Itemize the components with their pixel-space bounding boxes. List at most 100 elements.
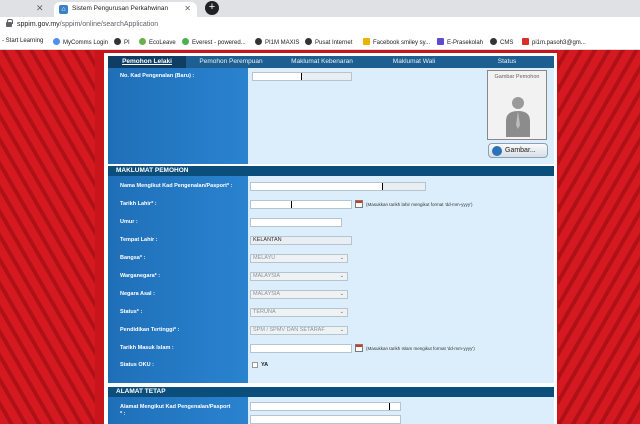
section-header-maklumat-pemohon: MAKLUMAT PEMOHON (108, 166, 554, 176)
globe-icon (114, 38, 121, 45)
decorative-pattern-right (558, 50, 640, 424)
tarikh-islam-label: Tarikh Masuk Islam : (120, 345, 174, 351)
bookmark-label: MyComms Login (63, 40, 109, 46)
negara-asal-value: MALAYSIA (253, 291, 281, 297)
person-silhouette-icon (506, 97, 530, 137)
bookmark-label: EcoLeave (149, 40, 176, 46)
folder-icon (363, 38, 370, 45)
tarikh-lahir-input[interactable] (250, 200, 352, 209)
negara-asal-select[interactable]: MALAYSIA ⌄ (250, 290, 348, 299)
bookmark-item[interactable]: PI (114, 38, 130, 46)
bookmark-label: Everest - powered... (192, 40, 246, 46)
applicant-photo: Gambar Pemohon (487, 70, 547, 140)
new-tab-icon[interactable]: + (205, 1, 219, 15)
status-select[interactable]: TERUNA ⌄ (250, 308, 348, 317)
bookmark-item[interactable]: PI1M MAXIS (255, 38, 299, 46)
tempat-lahir-label: Tempat Lahir : (120, 237, 158, 243)
umur-input[interactable] (250, 218, 342, 227)
b-icon (437, 38, 444, 45)
alamat-input-line-2[interactable] (250, 415, 401, 424)
bookmark-label: PI1M MAXIS (265, 40, 300, 46)
browser-tabstrip: ✕ ⌂ Sistem Pengurusan Perkahwinan ✕ + (0, 0, 640, 17)
oku-checkbox[interactable] (252, 362, 258, 368)
label-column (108, 176, 248, 383)
bookmark-item[interactable]: Everest - powered... (182, 38, 246, 46)
calendar-icon[interactable] (355, 344, 363, 352)
umur-label: Umur : (120, 219, 138, 225)
upload-icon (492, 146, 502, 156)
tarikh-islam-input[interactable] (250, 344, 352, 353)
tab-title: Sistem Pengurusan Perkahwinan (72, 5, 169, 12)
id-label: No. Kad Pengenalan (Baru) : (120, 73, 195, 79)
section-header-alamat-tetap: ALAMAT TETAP (108, 387, 554, 397)
upload-photo-label: Gambar... (505, 147, 536, 154)
bookmark-item[interactable]: Pusat Internet (305, 38, 352, 46)
calendar-icon[interactable] (355, 200, 363, 208)
tarikh-islam-hint: (Masukkan tarikh Islam mengikut format '… (366, 346, 475, 351)
pendidikan-value: SPM / SPMV DAN SETARAF (253, 327, 325, 333)
label-column (108, 397, 248, 424)
tab-pemohon-perempuan[interactable]: Pemohon Perempuan (188, 56, 274, 68)
url-path: /sppim/online/searchApplication (59, 21, 159, 28)
tarikh-lahir-label: Tarikh Lahir* : (120, 201, 157, 207)
everest-icon (182, 38, 189, 45)
globe-icon (305, 38, 312, 45)
chevron-down-icon: ⌄ (339, 309, 344, 315)
pendidikan-select[interactable]: SPM / SPMV DAN SETARAF ⌄ (250, 326, 348, 335)
alamat-section: Alamat Mengikut Kad Pengenalan/Pasport *… (108, 397, 554, 424)
nama-input[interactable] (250, 182, 426, 191)
tab-maklumat-wali[interactable]: Maklumat Wali (370, 56, 458, 68)
bookmark-item[interactable]: - Start Learning (2, 38, 43, 44)
globe-icon (53, 38, 60, 45)
bookmark-label: PI (124, 40, 130, 46)
bookmark-item[interactable]: E-Prasekolah (437, 38, 483, 46)
bookmark-item[interactable]: pi1m.pasoh3@gm... (522, 38, 586, 46)
bookmark-item[interactable]: Facebook smiley sy... (363, 38, 430, 46)
close-icon[interactable]: ✕ (36, 3, 44, 14)
bookmark-label: Facebook smiley sy... (373, 40, 431, 46)
redacted-value (253, 73, 302, 80)
warganegara-value: MALAYSIA (253, 273, 281, 279)
bookmark-label: E-Prasekolah (447, 40, 484, 46)
bookmarks-bar: - Start Learning MyComms Login PI EcoLea… (0, 35, 640, 50)
tab-pemohon-lelaki[interactable]: Pemohon Lelaki (108, 56, 186, 68)
redacted-value (251, 219, 341, 226)
chevron-down-icon: ⌄ (339, 255, 344, 261)
negara-asal-label: Negara Asal : (120, 291, 155, 297)
alamat-input[interactable] (250, 402, 401, 411)
tempat-lahir-input[interactable]: KELANTAN (250, 236, 352, 245)
tarikh-lahir-hint: (Masukkan tarikh lahir mengikut format '… (366, 202, 473, 207)
oku-option-label: YA (261, 362, 269, 368)
id-number-input[interactable] (252, 72, 352, 81)
bookmark-item[interactable]: EcoLeave (139, 38, 176, 46)
form-tabs: Pemohon Lelaki Pemohon Perempuan Makluma… (108, 56, 554, 68)
lock-icon[interactable] (6, 19, 13, 27)
alamat-label-suffix: * : (120, 411, 126, 417)
address-bar[interactable]: sppim.gov.my/sppim/online/searchApplicat… (0, 17, 640, 35)
url-host: sppim.gov.my (17, 21, 60, 28)
site-favicon-icon: ⌂ (59, 5, 68, 14)
bookmark-label: Pusat Internet (315, 40, 353, 46)
upload-photo-button[interactable]: Gambar... (488, 143, 548, 158)
pemohon-section: Nama Mengikut Kad Pengenalan/Pasport* : … (108, 176, 554, 383)
url-text[interactable]: sppim.gov.my/sppim/online/searchApplicat… (17, 21, 158, 28)
tab-status[interactable]: Status (460, 56, 554, 68)
tab-maklumat-kebenaran[interactable]: Maklumat Kebenaran (276, 56, 368, 68)
bangsa-select[interactable]: MELAYU ⌄ (250, 254, 348, 263)
photo-label: Gambar Pemohon (494, 74, 540, 80)
pendidikan-label: Pendidikan Tertinggi* : (120, 327, 180, 333)
warganegara-select[interactable]: MALAYSIA ⌄ (250, 272, 348, 281)
bookmark-item[interactable]: MyComms Login (53, 38, 108, 46)
close-icon[interactable]: ✕ (184, 4, 191, 13)
redacted-value (251, 201, 292, 208)
alamat-label: Alamat Mengikut Kad Pengenalan/Pasport (120, 404, 231, 410)
nama-label: Nama Mengikut Kad Pengenalan/Pasport* : (120, 183, 233, 189)
globe-icon (255, 38, 262, 45)
redacted-value (251, 183, 383, 190)
bookmark-label: pi1m.pasoh3@gm... (532, 40, 586, 46)
oku-label: Status OKU : (120, 362, 154, 368)
browser-tab-active[interactable]: ⌂ Sistem Pengurusan Perkahwinan ✕ (54, 2, 197, 17)
bookmark-item[interactable]: CMS (490, 38, 513, 46)
application-form: Pemohon Lelaki Pemohon Perempuan Makluma… (104, 53, 557, 424)
label-column (108, 68, 248, 164)
